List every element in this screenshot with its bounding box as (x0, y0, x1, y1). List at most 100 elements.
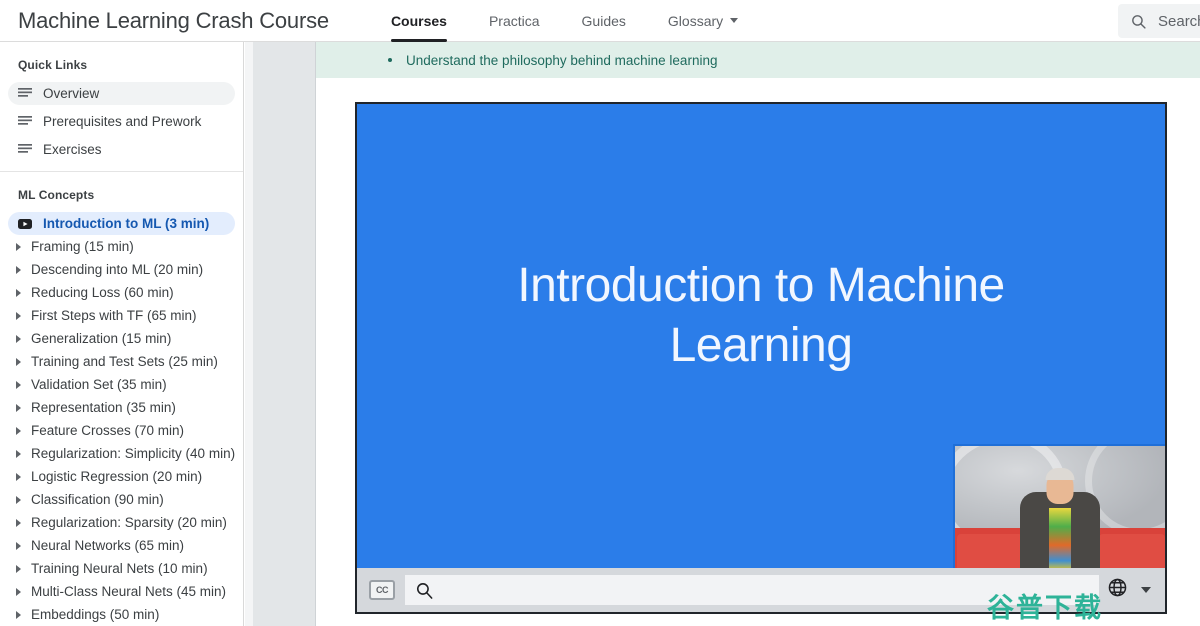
sidebar-item-framing[interactable]: Framing (15 min) (8, 235, 235, 258)
sidebar-item-label: First Steps with TF (65 min) (31, 307, 197, 323)
nav-item-practica[interactable]: Practica (489, 0, 540, 42)
sidebar-item-label: Overview (43, 85, 100, 101)
sidebar-section-title: ML Concepts (18, 188, 95, 202)
chevron-right-icon (16, 495, 21, 504)
sidebar-item-prerequisites-and-prework[interactable]: Prerequisites and Prework (8, 110, 235, 133)
search-input[interactable]: Search (1118, 4, 1200, 38)
primary-nav: Courses Practica Guides Glossary (390, 0, 780, 42)
transcript-search-input[interactable] (405, 575, 1099, 605)
video-control-bar: CC (357, 568, 1165, 612)
sidebar-item-descending-into-ml[interactable]: Descending into ML (20 min) (8, 258, 235, 281)
sidebar-item-multi-class-neural-nets[interactable]: Multi-Class Neural Nets (45 min) (8, 580, 235, 603)
nav-item-label: Courses (390, 12, 447, 29)
sidebar-item-introduction-to-ml[interactable]: Introduction to ML (3 min) (8, 212, 235, 235)
chevron-right-icon (16, 357, 21, 366)
sidebar-item-embeddings[interactable]: Embeddings (50 min) (8, 603, 235, 626)
learning-objective-text: Understand the philosophy behind machine… (406, 52, 718, 68)
sidebar-item-neural-networks[interactable]: Neural Networks (65 min) (8, 534, 235, 557)
nav-item-courses[interactable]: Courses (390, 0, 447, 42)
chevron-right-icon (16, 380, 21, 389)
gutter-scroll-track[interactable] (245, 42, 253, 626)
sidebar-item-label: Framing (15 min) (31, 238, 134, 254)
chevron-right-icon (16, 449, 21, 458)
sidebar-item-overview[interactable]: Overview (8, 82, 235, 105)
sidebar-item-label: Validation Set (35 min) (31, 376, 167, 392)
language-selector[interactable] (1107, 577, 1151, 603)
sidebar-item-representation[interactable]: Representation (35 min) (8, 396, 235, 419)
chevron-right-icon (16, 518, 21, 527)
sidebar-item-label: Representation (35 min) (31, 399, 176, 415)
main-content: Understand the philosophy behind machine… (316, 42, 1200, 626)
list-lines-icon (18, 144, 32, 155)
sidebar-item-label: Regularization: Simplicity (40 min) (31, 445, 236, 461)
sidebar-item-label: Generalization (15 min) (31, 330, 172, 346)
sidebar-item-label: Training Neural Nets (10 min) (31, 560, 208, 576)
sidebar-item-regularization-simplicity[interactable]: Regularization: Simplicity (40 min) (8, 442, 235, 465)
sidebar-item-label: Multi-Class Neural Nets (45 min) (31, 583, 227, 599)
chevron-right-icon (16, 587, 21, 596)
top-header: Machine Learning Crash Course Courses Pr… (0, 0, 1200, 42)
content-gutter (245, 42, 316, 626)
sidebar-item-label: Classification (90 min) (31, 491, 164, 507)
nav-item-label: Practica (488, 12, 540, 29)
sidebar-item-validation-set[interactable]: Validation Set (35 min) (8, 373, 235, 396)
cc-label: CC (376, 585, 389, 595)
closed-caption-icon[interactable]: CC (369, 580, 395, 600)
chevron-down-icon (730, 18, 739, 23)
chevron-right-icon (16, 403, 21, 412)
list-lines-icon (18, 88, 32, 99)
bullet-icon (388, 58, 392, 62)
globe-icon (1107, 577, 1128, 603)
course-sidebar: Quick Links Overview Prerequisites and P… (0, 42, 244, 626)
chevron-right-icon (16, 426, 21, 435)
chevron-right-icon (16, 334, 21, 343)
sidebar-item-feature-crosses[interactable]: Feature Crosses (70 min) (8, 419, 235, 442)
sidebar-section-title: Quick Links (18, 58, 88, 72)
chevron-right-icon (16, 288, 21, 297)
chevron-right-icon (16, 265, 21, 274)
sidebar-item-exercises[interactable]: Exercises (8, 138, 235, 161)
sidebar-item-classification[interactable]: Classification (90 min) (8, 488, 235, 511)
sidebar-item-label: Reducing Loss (60 min) (31, 284, 174, 300)
sidebar-item-reducing-loss[interactable]: Reducing Loss (60 min) (8, 281, 235, 304)
chevron-right-icon (16, 610, 21, 619)
sidebar-item-label: Neural Networks (65 min) (31, 537, 185, 553)
learning-objective-banner: Understand the philosophy behind machine… (316, 42, 1200, 78)
sidebar-item-label: Introduction to ML (3 min) (43, 215, 210, 231)
sidebar-item-label: Descending into ML (20 min) (31, 261, 204, 277)
sidebar-item-training-and-test-sets[interactable]: Training and Test Sets (25 min) (8, 350, 235, 373)
search-icon (1130, 13, 1147, 30)
sidebar-item-generalization[interactable]: Generalization (15 min) (8, 327, 235, 350)
sidebar-item-label: Training and Test Sets (25 min) (31, 353, 218, 369)
sidebar-item-regularization-sparsity[interactable]: Regularization: Sparsity (20 min) (8, 511, 235, 534)
list-lines-icon (18, 116, 32, 127)
sidebar-item-label: Exercises (43, 141, 102, 157)
chevron-right-icon (16, 242, 21, 251)
video-player[interactable]: Introduction to Machine Learning CC (355, 102, 1167, 614)
nav-item-label: Glossary (667, 12, 724, 29)
sidebar-item-label: Feature Crosses (70 min) (31, 422, 185, 438)
sidebar-item-training-neural-nets[interactable]: Training Neural Nets (10 min) (8, 557, 235, 580)
chevron-down-icon (1141, 587, 1151, 593)
chevron-right-icon (16, 472, 21, 481)
video-stage[interactable]: Introduction to Machine Learning (357, 104, 1165, 570)
speaker-hair (1045, 468, 1075, 480)
speaker-shirt (1049, 508, 1071, 570)
sidebar-item-label: Embeddings (50 min) (31, 606, 160, 622)
sidebar-section-quick-links: Quick Links Overview Prerequisites and P… (0, 42, 243, 161)
chevron-right-icon (16, 564, 21, 573)
sidebar-item-label: Prerequisites and Prework (43, 113, 202, 129)
sidebar-section-ml-concepts: ML Concepts Introduction to ML (3 min) Fr… (0, 172, 243, 626)
sidebar-item-logistic-regression[interactable]: Logistic Regression (20 min) (8, 465, 235, 488)
sidebar-item-label: Regularization: Sparsity (20 min) (31, 514, 227, 530)
speaker-thumbnail (953, 444, 1165, 570)
sidebar-item-first-steps-with-tf[interactable]: First Steps with TF (65 min) (8, 304, 235, 327)
video-icon (18, 218, 32, 229)
search-icon (415, 581, 434, 600)
nav-item-glossary[interactable]: Glossary (667, 0, 739, 42)
nav-item-guides[interactable]: Guides (582, 0, 626, 42)
site-brand-title: Machine Learning Crash Course (18, 7, 329, 33)
chevron-right-icon (16, 311, 21, 320)
sidebar-item-label: Logistic Regression (20 min) (31, 468, 203, 484)
nav-item-label: Guides (581, 12, 626, 29)
